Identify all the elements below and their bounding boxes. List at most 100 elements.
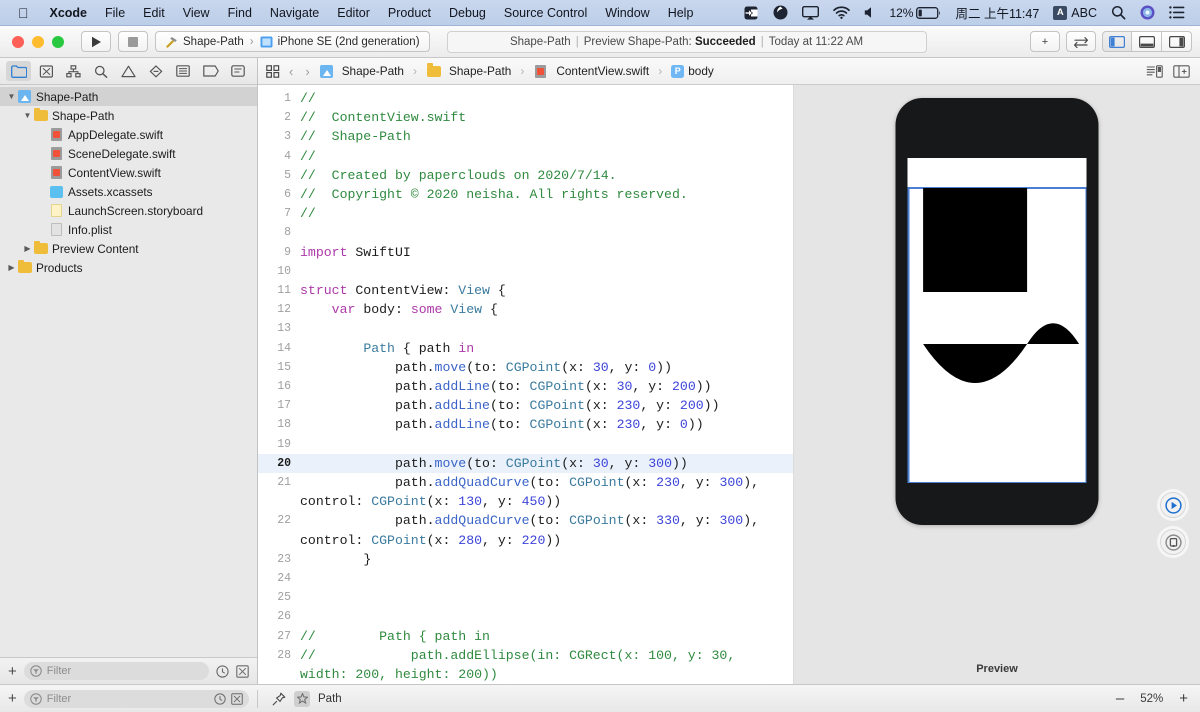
device-screen[interactable] — [907, 158, 1087, 483]
minimize-window-button[interactable] — [32, 35, 44, 48]
play-circle-icon[interactable] — [1160, 492, 1186, 518]
project-file-tree[interactable]: ▼ Shape-Path ▼ Shape-Path AppDelegate.swift S… — [0, 85, 257, 657]
code-line-text[interactable]: path.move(to: CGPoint(x: 30, y: 0)) — [300, 358, 793, 377]
stop-live-preview-icon[interactable] — [1160, 529, 1186, 555]
tab-source-control-navigator[interactable] — [33, 61, 58, 81]
code-line-text[interactable]: // — [300, 89, 793, 108]
code-line[interactable]: 12 var body: some View { — [258, 300, 793, 319]
tab-test-navigator[interactable] — [143, 61, 168, 81]
bottom-add-button[interactable]: + — [8, 690, 17, 707]
code-line[interactable]: 5 // Created by paperclouds on 2020/7/14. — [258, 166, 793, 185]
code-line-text[interactable] — [300, 223, 793, 242]
add-editor-button[interactable]: + — [1030, 31, 1060, 52]
code-line-text[interactable]: struct ContentView: View { — [300, 281, 793, 300]
code-line[interactable]: 19 — [258, 435, 793, 454]
apple-logo-icon[interactable]:  — [8, 6, 41, 20]
dropbox-icon[interactable] — [766, 5, 795, 20]
add-editor-icon[interactable] — [1173, 64, 1190, 78]
code-line-text[interactable]: // Created by paperclouds on 2020/7/14. — [300, 166, 793, 185]
screen-sharing-icon[interactable] — [737, 6, 766, 20]
code-line-text[interactable]: path.addLine(to: CGPoint(x: 30, y: 200)) — [300, 377, 793, 396]
disclosure-open-icon[interactable]: ▼ — [22, 111, 33, 120]
run-button[interactable] — [81, 31, 111, 52]
zoom-in-button[interactable]: + — [1179, 691, 1188, 706]
tree-item-shape-path[interactable]: ▼ Shape-Path — [0, 87, 257, 106]
menu-item-product[interactable]: Product — [379, 6, 440, 20]
tree-item-preview-content[interactable]: ▶ Preview Content — [0, 239, 257, 258]
disclosure-closed-icon[interactable]: ▶ — [22, 244, 33, 253]
tree-item-products[interactable]: ▶ Products — [0, 258, 257, 277]
code-line[interactable]: 14 Path { path in — [258, 339, 793, 358]
code-line[interactable]: 17 path.addLine(to: CGPoint(x: 230, y: 2… — [258, 396, 793, 415]
code-line-text[interactable] — [300, 262, 793, 281]
menu-item-xcode[interactable]: Xcode — [41, 6, 97, 20]
breadcrumb-file[interactable]: ContentView.swift — [533, 64, 649, 78]
related-items-icon[interactable] — [266, 64, 280, 78]
code-lines[interactable]: 1 // 2 // ContentView.swift 3 // Shape-Path 4 /… — [258, 85, 793, 684]
code-line[interactable]: 2 // ContentView.swift — [258, 108, 793, 127]
menu-item-debug[interactable]: Debug — [440, 6, 495, 20]
code-line-text[interactable]: Path { path in — [300, 339, 793, 358]
code-line[interactable]: 26 — [258, 607, 793, 626]
menu-item-view[interactable]: View — [174, 6, 219, 20]
code-line[interactable]: 8 — [258, 223, 793, 242]
recent-files-icon[interactable] — [216, 664, 229, 678]
battery-status[interactable]: 12% — [882, 6, 948, 20]
menu-item-file[interactable]: File — [96, 6, 134, 20]
navigate-back-button[interactable]: ‹ — [286, 64, 296, 79]
zoom-window-button[interactable] — [52, 35, 64, 48]
toggle-inspector-button[interactable] — [1162, 31, 1192, 52]
menu-item-source-control[interactable]: Source Control — [495, 6, 596, 20]
disclosure-closed-icon[interactable]: ▶ — [6, 263, 17, 272]
tab-debug-navigator[interactable] — [171, 61, 196, 81]
code-line[interactable]: 7 // — [258, 204, 793, 223]
code-line-text[interactable] — [300, 588, 793, 607]
code-line-text[interactable]: path.addLine(to: CGPoint(x: 230, y: 200)… — [300, 396, 793, 415]
code-line-text[interactable]: import SwiftUI — [300, 243, 793, 262]
code-line-text[interactable] — [300, 319, 793, 338]
airplay-icon[interactable] — [795, 5, 826, 20]
menu-item-help[interactable]: Help — [659, 6, 703, 20]
code-line[interactable]: 3 // Shape-Path — [258, 127, 793, 146]
code-line-text[interactable]: // — [300, 147, 793, 166]
tree-item-appdelegate-swift[interactable]: AppDelegate.swift — [0, 125, 257, 144]
close-window-button[interactable] — [12, 35, 24, 48]
activity-status-view[interactable]: Shape-Path | Preview Shape-Path: Succeed… — [446, 30, 927, 53]
code-line-text[interactable]: // Shape-Path — [300, 127, 793, 146]
code-line[interactable]: 15 path.move(to: CGPoint(x: 30, y: 0)) — [258, 358, 793, 377]
code-line-text[interactable]: path.addQuadCurve(to: CGPoint(x: 230, y:… — [300, 473, 793, 511]
input-source-indicator[interactable]: A ABC — [1046, 5, 1104, 20]
recent-files-icon[interactable] — [214, 692, 226, 705]
code-line[interactable]: 23 } — [258, 550, 793, 569]
code-line[interactable]: 27 // Path { path in — [258, 627, 793, 646]
filter-input[interactable]: Filter — [23, 662, 209, 680]
tab-find-navigator[interactable] — [88, 61, 113, 81]
toggle-debug-area-button[interactable] — [1132, 31, 1162, 52]
code-line[interactable]: 10 — [258, 262, 793, 281]
tree-item-launchscreen-storyboard[interactable]: LaunchScreen.storyboard — [0, 201, 257, 220]
source-control-filter-icon[interactable] — [231, 692, 243, 705]
code-line-text[interactable]: // Path { path in — [300, 627, 793, 646]
tab-symbol-navigator[interactable] — [61, 61, 86, 81]
code-line[interactable]: 16 path.addLine(to: CGPoint(x: 30, y: 20… — [258, 377, 793, 396]
code-line[interactable]: 6 // Copyright © 2020 neisha. All rights … — [258, 185, 793, 204]
code-line-text[interactable]: // Copyright © 2020 neisha. All rights r… — [300, 185, 793, 204]
menu-item-editor[interactable]: Editor — [328, 6, 379, 20]
stop-button[interactable] — [118, 31, 148, 52]
source-editor[interactable]: 1 // 2 // ContentView.swift 3 // Shape-Path 4 /… — [258, 85, 794, 684]
volume-icon[interactable] — [857, 6, 882, 19]
tree-item-shape-path[interactable]: ▼ Shape-Path — [0, 106, 257, 125]
pin-icon[interactable] — [272, 692, 286, 706]
code-line-text[interactable]: path.move(to: CGPoint(x: 30, y: 300)) — [300, 454, 793, 473]
tab-breakpoint-navigator[interactable] — [198, 61, 223, 81]
menu-item-find[interactable]: Find — [219, 6, 261, 20]
menu-item-edit[interactable]: Edit — [134, 6, 174, 20]
code-line-text[interactable]: path.addLine(to: CGPoint(x: 230, y: 0)) — [300, 415, 793, 434]
source-control-filter-icon[interactable] — [236, 664, 249, 678]
breadcrumb-project[interactable]: Shape-Path — [319, 64, 404, 78]
tab-report-navigator[interactable] — [226, 61, 251, 81]
code-line-text[interactable]: // ContentView.swift — [300, 108, 793, 127]
code-line[interactable]: 24 — [258, 569, 793, 588]
code-line-text[interactable] — [300, 607, 793, 626]
code-line[interactable]: 1 // — [258, 89, 793, 108]
